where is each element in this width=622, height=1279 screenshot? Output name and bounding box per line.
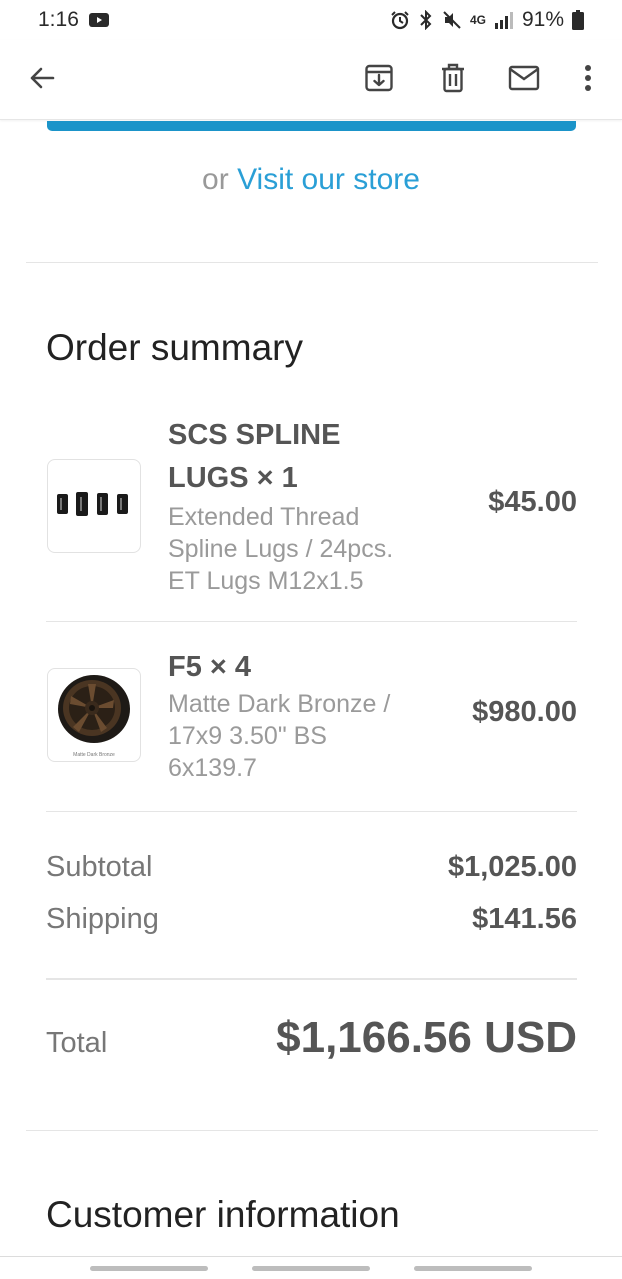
item-description: Extended Thread Spline Lugs / 24pcs. ET … [168, 501, 393, 597]
network-type: 4G [469, 13, 486, 27]
total-value: $1,166.56 USD [276, 1013, 577, 1062]
section-divider [26, 262, 598, 263]
item-price: $45.00 [488, 486, 577, 518]
shipping-row: Shipping $141.56 [46, 903, 577, 936]
customer-information-title: Customer information [46, 1194, 400, 1235]
item-description-line: 17x9 3.50" BS [168, 722, 327, 750]
section-divider [26, 1130, 598, 1131]
more-options-button[interactable] [566, 58, 610, 102]
shipping-value: $141.56 [472, 903, 577, 935]
item-description-line: 6x139.7 [168, 754, 257, 782]
total-divider [46, 978, 577, 980]
email-body: or Visit our store Order summary SCS SPL… [0, 121, 622, 1256]
status-bar: 1:16 4G 91% [0, 0, 622, 40]
back-arrow-icon [28, 64, 56, 97]
item-divider [46, 811, 577, 812]
item-description-line: Extended Thread [168, 503, 360, 531]
visit-store-line: or Visit our store [0, 163, 622, 197]
mail-icon [508, 65, 540, 96]
visit-store-link[interactable]: Visit our store [237, 163, 420, 196]
item-thumbnail: Matte Dark Bronze [47, 668, 141, 762]
youtube-icon [88, 13, 109, 27]
subtotal-row: Subtotal $1,025.00 [46, 851, 577, 884]
total-row: Total $1,166.56 USD [46, 1013, 577, 1063]
battery-icon [572, 10, 584, 30]
subtotal-label: Subtotal [46, 851, 153, 883]
delete-button[interactable] [431, 58, 475, 102]
navigation-bar [0, 1256, 622, 1279]
item-name: F5 × 4 [168, 646, 251, 689]
subtotal-value: $1,025.00 [447, 851, 577, 883]
mark-unread-button[interactable] [502, 58, 546, 102]
lte-icon: 4G [470, 14, 486, 26]
item-thumbnail [47, 459, 141, 553]
item-description-line: Matte Dark Bronze / [168, 690, 391, 718]
total-label: Total [46, 1027, 108, 1059]
wheel-image [55, 672, 133, 751]
archive-icon [364, 63, 394, 98]
recents-button[interactable] [90, 1266, 208, 1271]
more-vert-icon [584, 64, 592, 97]
signal-icon [494, 11, 514, 29]
order-summary-title: Order summary [46, 327, 303, 368]
shipping-label: Shipping [46, 903, 159, 935]
item-name-line: SCS SPLINE [168, 419, 341, 451]
item-name-line: LUGS × 1 [168, 462, 298, 494]
lug-nuts-image [51, 489, 137, 524]
alarm-icon [390, 10, 410, 30]
bluetooth-icon [418, 10, 434, 30]
order-item: SCS SPLINE LUGS × 1 Extended Thread Spli… [46, 414, 577, 622]
store-prefix: or [202, 163, 229, 196]
item-name-line: F5 × 4 [168, 651, 252, 683]
primary-cta-button[interactable] [47, 121, 576, 131]
item-description-line: ET Lugs M12x1.5 [168, 567, 364, 595]
archive-button[interactable] [357, 58, 401, 102]
item-name: SCS SPLINE LUGS × 1 [168, 414, 340, 500]
mute-icon [442, 10, 462, 30]
back-button[interactable] [22, 60, 62, 100]
order-item: Matte Dark Bronze F5 × 4 Matte Dark Bron… [46, 646, 577, 811]
trash-icon [440, 63, 466, 98]
home-button[interactable] [252, 1266, 370, 1271]
wheel-caption: Matte Dark Bronze [73, 752, 115, 758]
item-description: Matte Dark Bronze / 17x9 3.50" BS 6x139.… [168, 688, 390, 784]
back-nav-button[interactable] [414, 1266, 532, 1271]
item-divider [46, 621, 577, 622]
clock: 1:16 [38, 8, 79, 31]
item-price: $980.00 [472, 696, 577, 728]
app-bar [0, 40, 622, 120]
item-description-line: Spline Lugs / 24pcs. [168, 535, 394, 563]
battery-percent: 91% [521, 8, 564, 31]
